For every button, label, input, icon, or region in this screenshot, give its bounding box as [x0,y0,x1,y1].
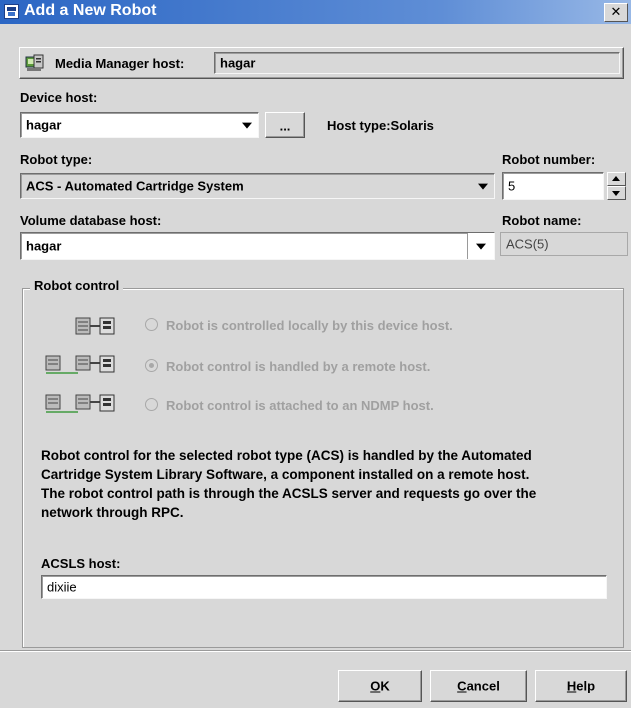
spinner-down-button[interactable] [607,186,626,200]
robot-number-spinner[interactable] [607,172,626,200]
ndmp-control-icon [45,394,115,413]
title-bar: Add a New Robot [0,0,631,24]
arrow-up-icon [612,176,620,181]
description-line: network through RPC. [41,505,184,520]
robot-name-label: Robot name: [502,213,582,228]
robot-number-field[interactable]: 5 [502,172,604,200]
volume-db-host-value: hagar [26,238,62,254]
dialog-separator [0,650,631,652]
ok-button-label: OK [370,678,390,694]
media-manager-label: Media Manager host: [55,56,185,71]
radio-remote-control-label: Robot control is handled by a remote hos… [166,359,431,374]
radio-local-control-label: Robot is controlled locally by this devi… [166,318,453,333]
server-host-icon [25,54,44,71]
acsls-host-value: dixiie [47,579,77,595]
robot-name-value: ACS(5) [506,236,549,252]
radio-ndmp-control-label: Robot control is attached to an NDMP hos… [166,398,434,413]
cancel-button[interactable]: Cancel [430,670,527,702]
robot-type-value: ACS - Automated Cartridge System [26,178,244,194]
ok-button[interactable]: OK [338,670,422,702]
robot-type-combo[interactable]: ACS - Automated Cartridge System [20,173,495,199]
chevron-down-icon [242,122,252,129]
arrow-down-icon [612,191,620,196]
remote-control-icon [45,355,115,374]
spinner-up-button[interactable] [607,172,626,186]
radio-local-control[interactable] [145,318,158,331]
acsls-host-label: ACSLS host: [41,556,121,571]
browse-button-label: ... [279,118,291,134]
volume-db-host-label: Volume database host: [20,213,162,228]
volume-db-host-combo[interactable]: hagar [20,232,495,260]
chevron-down-icon [476,243,486,250]
media-manager-host-value: hagar [220,55,256,71]
device-host-dropdown-button[interactable] [236,113,258,137]
chevron-down-icon [478,183,488,190]
volume-db-host-dropdown-button[interactable] [467,233,494,259]
device-host-combo[interactable]: hagar [20,112,259,138]
radio-remote-control[interactable] [145,359,158,372]
help-button[interactable]: Help [535,670,627,702]
robot-control-group-title: Robot control [30,278,124,293]
media-manager-host-field: hagar [214,52,620,74]
radio-ndmp-control[interactable] [145,398,158,411]
local-control-icon [75,317,115,335]
robot-number-label: Robot number: [502,152,596,167]
description-line: The robot control path is through the AC… [41,486,537,501]
window-app-icon [4,4,19,19]
close-button[interactable]: ✕ [604,3,628,22]
description-line: Robot control for the selected robot typ… [41,448,532,463]
robot-name-field: ACS(5) [500,232,628,256]
window-title: Add a New Robot [24,2,157,19]
acsls-host-input[interactable]: dixiie [41,575,607,599]
robot-control-description: Robot control for the selected robot typ… [41,446,616,522]
description-line: Cartridge System Library Software, a com… [41,467,530,482]
robot-type-dropdown-button[interactable] [472,174,494,198]
robot-number-value: 5 [508,178,516,194]
host-type-text: Host type:Solaris [327,118,434,133]
browse-button[interactable]: ... [265,112,305,138]
robot-type-label: Robot type: [20,152,93,167]
device-host-value: hagar [26,117,62,133]
help-button-label: Help [566,678,596,694]
cancel-button-label: Cancel [457,678,500,694]
device-host-label: Device host: [20,90,98,105]
